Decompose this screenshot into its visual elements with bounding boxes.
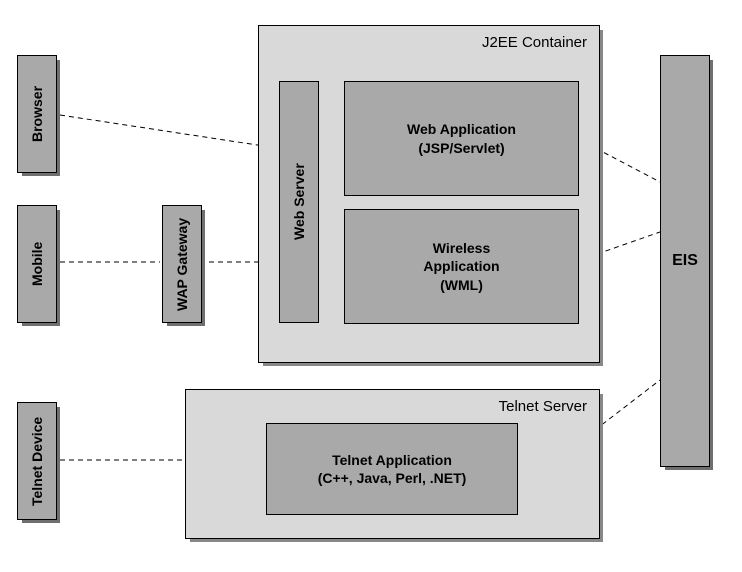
telnet-application-label: Telnet Application (C++, Java, Perl, .NE…	[267, 424, 517, 514]
browser-label: Browser	[18, 56, 56, 172]
telnet-app-sub: (C++, Java, Perl, .NET)	[318, 469, 467, 487]
wireless-app-title2: Application	[423, 257, 499, 275]
web-application-label: Web Application (JSP/Servlet)	[345, 82, 578, 195]
wap-gateway-label: WAP Gateway	[163, 206, 201, 322]
wireless-app-sub: (WML)	[440, 276, 483, 294]
web-server-node: Web Server	[279, 81, 319, 323]
telnet-server-container: Telnet Server Telnet Application (C++, J…	[185, 389, 600, 539]
eis-node: EIS	[660, 55, 710, 467]
wap-gateway-node: WAP Gateway	[162, 205, 202, 323]
telnet-server-label: Telnet Server	[499, 398, 587, 415]
mobile-label: Mobile	[18, 206, 56, 322]
j2ee-container: J2EE Container Web Server Web Applicatio…	[258, 25, 600, 363]
browser-node: Browser	[17, 55, 57, 173]
telnet-device-label: Telnet Device	[18, 403, 56, 519]
web-server-label: Web Server	[280, 82, 318, 322]
j2ee-container-label: J2EE Container	[482, 34, 587, 51]
telnet-application-node: Telnet Application (C++, Java, Perl, .NE…	[266, 423, 518, 515]
web-application-node: Web Application (JSP/Servlet)	[344, 81, 579, 196]
telnet-device-node: Telnet Device	[17, 402, 57, 520]
web-app-sub: (JSP/Servlet)	[418, 139, 504, 157]
wireless-application-node: Wireless Application (WML)	[344, 209, 579, 324]
telnet-app-title: Telnet Application	[332, 451, 452, 469]
wireless-app-title1: Wireless	[433, 239, 490, 257]
wireless-application-label: Wireless Application (WML)	[345, 210, 578, 323]
eis-label: EIS	[661, 56, 709, 466]
mobile-node: Mobile	[17, 205, 57, 323]
web-app-title: Web Application	[407, 120, 516, 138]
